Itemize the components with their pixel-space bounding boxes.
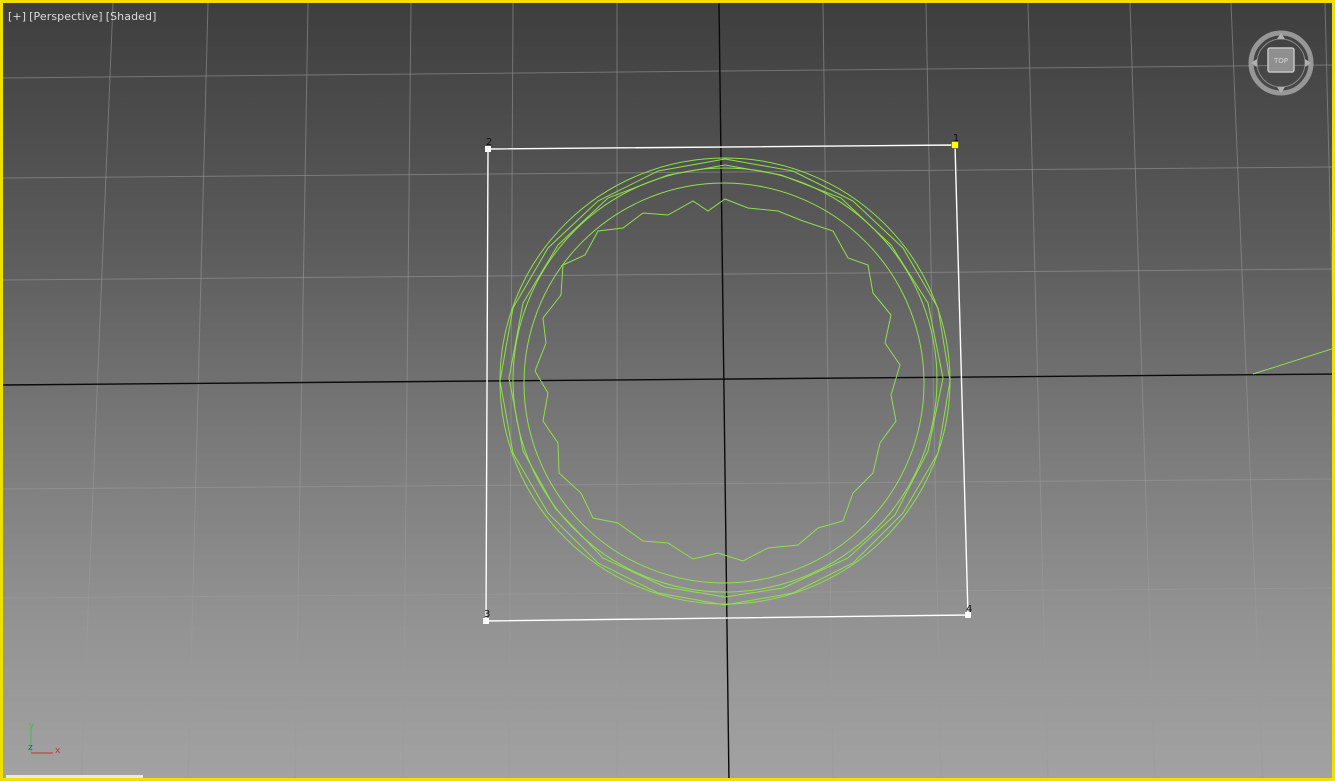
axis-y-label: y bbox=[29, 721, 35, 731]
home-grid bbox=[3, 3, 1332, 778]
axis-z-label: z bbox=[28, 743, 33, 753]
vertex-3-label: 3 bbox=[484, 609, 490, 620]
viewport-general-menu[interactable]: [+] bbox=[8, 10, 26, 23]
viewcube-icon[interactable]: TOP bbox=[1248, 30, 1314, 96]
axis-x-label: x bbox=[55, 746, 61, 756]
viewport-shading-menu[interactable]: [Shaded] bbox=[106, 10, 157, 23]
viewport-scene[interactable]: 1 2 3 4 y z x bbox=[3, 3, 1335, 781]
grid-center-axes bbox=[3, 3, 1332, 778]
ring-object[interactable] bbox=[499, 157, 951, 606]
vertex-1-label: 1 bbox=[953, 133, 959, 144]
viewcube-face-label: TOP bbox=[1273, 57, 1288, 65]
vertex-2-label: 2 bbox=[486, 137, 492, 148]
axis-tripod: y z x bbox=[28, 721, 61, 756]
viewport-label-menu: [+] [Perspective] [Shaded] bbox=[8, 10, 160, 23]
viewport-point-of-view-menu[interactable]: [Perspective] bbox=[29, 10, 103, 23]
vertex-4-label: 4 bbox=[966, 604, 972, 615]
offscreen-object-edge bbox=[1252, 348, 1332, 375]
viewport-bottom-edge bbox=[6, 775, 143, 778]
perspective-viewport[interactable]: 1 2 3 4 y z x [+] [Perspective] [Shaded] T… bbox=[0, 0, 1335, 781]
